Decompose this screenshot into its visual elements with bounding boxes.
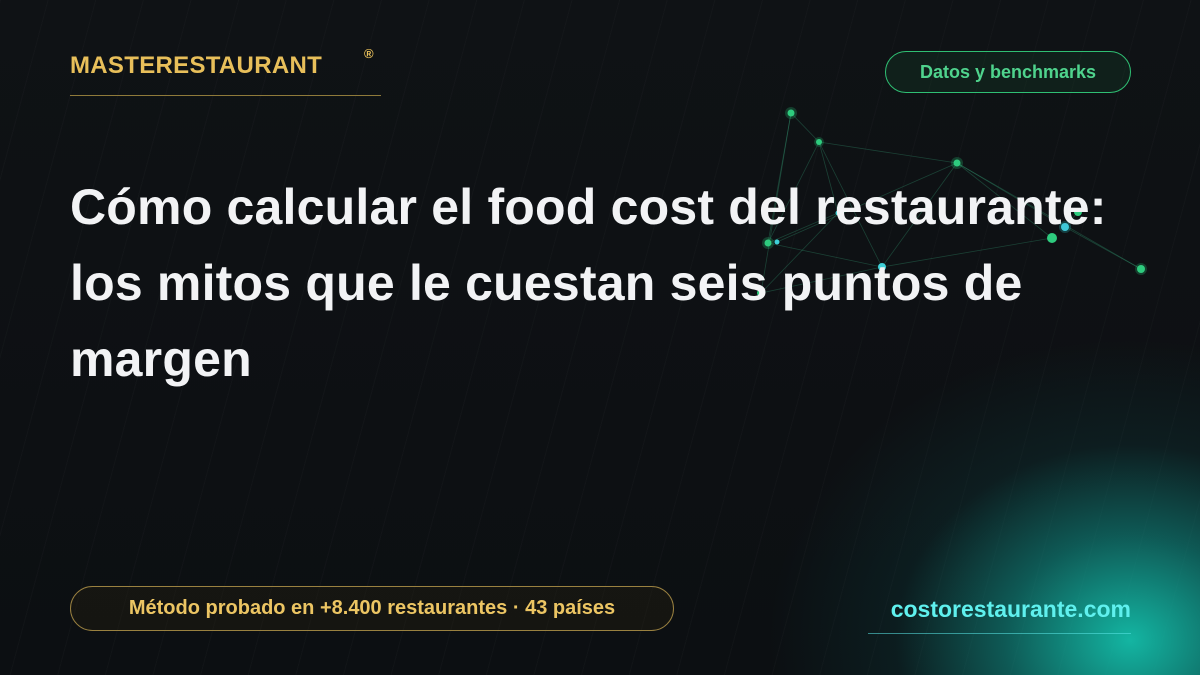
- headline: Cómo calcular el food cost del restauran…: [70, 179, 1107, 387]
- brand-logo: MASTERESTAURANT ®: [70, 46, 381, 96]
- category-badge: Datos y benchmarks: [885, 51, 1131, 93]
- website-link[interactable]: costorestaurante.com: [868, 596, 1131, 634]
- brand-name: MASTERESTAURANT: [70, 52, 323, 79]
- proof-badge: Método probado en +8.400 restaurantes · …: [70, 586, 674, 631]
- registered-trademark-icon: ®: [364, 46, 374, 61]
- social-share-card: MASTERESTAURANT ® Datos y benchmarks Cóm…: [0, 0, 1200, 675]
